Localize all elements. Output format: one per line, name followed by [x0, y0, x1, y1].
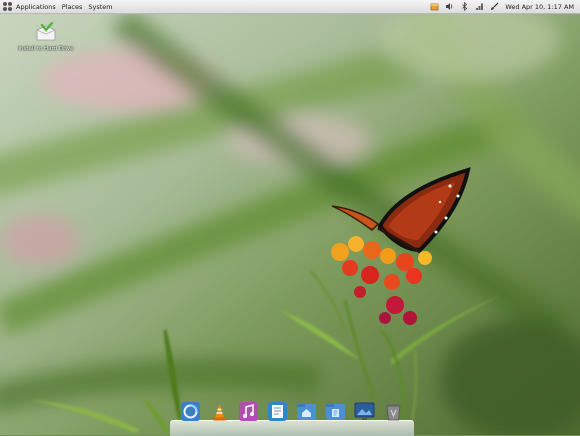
desktop-icon-install[interactable]: Install to Hard Drive	[14, 22, 78, 52]
trash-icon[interactable]	[383, 401, 404, 422]
volume-icon[interactable]	[445, 2, 454, 11]
package-updates-icon[interactable]	[430, 2, 439, 11]
panel-clock[interactable]: Wed Apr 10, 1:17 AM	[505, 3, 574, 11]
documents-folder-icon[interactable]	[325, 401, 346, 422]
dock	[170, 398, 414, 436]
dock-shelf	[170, 420, 414, 436]
installer-icon	[36, 22, 56, 41]
bluetooth-icon[interactable]	[460, 2, 469, 11]
network-icon[interactable]	[475, 2, 484, 11]
desktop-icon-label: Install to Hard Drive	[18, 46, 74, 52]
music-player-icon[interactable]	[238, 401, 259, 422]
distro-logo-icon[interactable]	[3, 1, 13, 12]
desktop-settings-icon[interactable]	[354, 401, 375, 422]
vlc-icon[interactable]	[209, 401, 230, 422]
browser-icon[interactable]	[180, 401, 201, 422]
menu-system[interactable]: System	[88, 3, 112, 11]
menu-applications[interactable]: Applications	[16, 3, 56, 11]
desktop-wallpaper	[0, 0, 580, 435]
menu-places[interactable]: Places	[62, 3, 83, 11]
top-panel: Applications Places System Wed Apr 10, 1…	[0, 0, 580, 14]
brush-icon[interactable]	[490, 2, 499, 11]
text-editor-icon[interactable]	[267, 401, 288, 422]
home-folder-icon[interactable]	[296, 401, 317, 422]
